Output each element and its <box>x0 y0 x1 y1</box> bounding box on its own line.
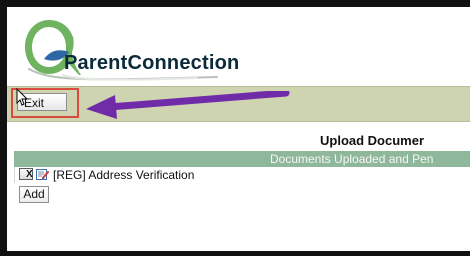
document-row: X [REG] Address Verification <box>14 167 470 183</box>
section-header-text: Documents Uploaded and Pen <box>270 152 434 166</box>
document-name: [REG] Address Verification <box>53 168 195 182</box>
delete-document-button[interactable]: X <box>19 168 33 180</box>
page-header: ParentConnection <box>7 7 470 86</box>
purple-arrow-icon <box>86 91 290 119</box>
documents-section-header: Documents Uploaded and Pen <box>14 151 470 167</box>
toolbar: Exit <box>7 86 470 122</box>
application-window: ParentConnection Exit Upload Documer Doc… <box>7 7 470 251</box>
brand-name: ParentConnection <box>64 52 240 74</box>
edit-icon[interactable] <box>36 168 49 181</box>
page-title: Upload Documer <box>320 133 425 148</box>
mouse-pointer-icon <box>16 88 28 106</box>
add-document-button[interactable]: Add <box>19 186 49 203</box>
